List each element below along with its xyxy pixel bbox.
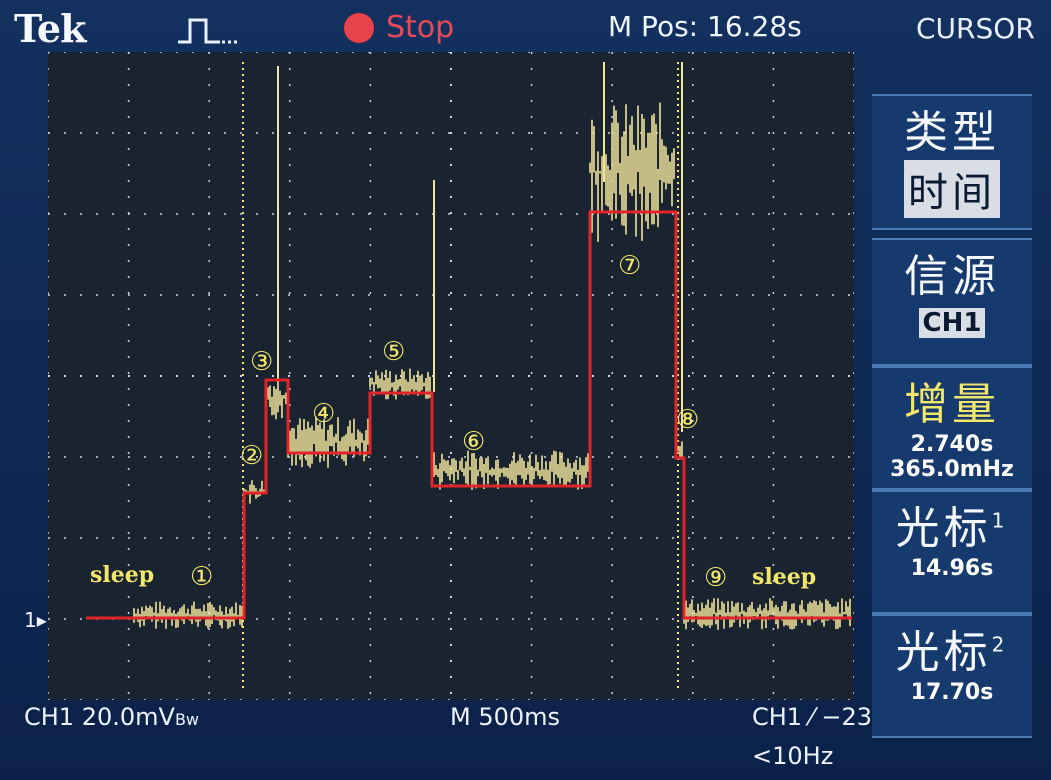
delta-label: 增量 — [904, 379, 1000, 430]
phase-label-2: ② — [240, 441, 263, 471]
acquisition-status: Stop — [386, 10, 455, 45]
graticule — [48, 52, 854, 700]
sleep-label-right: sleep — [752, 564, 816, 590]
cursor1-number: 1 — [991, 508, 1009, 533]
timebase-readout: M 500ms — [450, 703, 561, 731]
phase-label-8: ⑧ — [676, 405, 699, 435]
trace-noise — [133, 102, 851, 630]
menu-source-button[interactable]: 信源 CH1 — [872, 238, 1032, 366]
phase-label-5: ⑤ — [382, 337, 405, 367]
phase-label-4: ④ — [312, 399, 335, 429]
sleep-label-left: sleep — [90, 562, 154, 588]
cursor2-value: 17.70s — [910, 680, 994, 705]
cursor2-label: 光标 — [895, 627, 992, 678]
cursor-side-menu: 类型 时间 信源 CH1 增量 2.740s 365.0mHz 光标1 14.9… — [872, 44, 1032, 738]
ch1-ground-marker: 1▸ — [24, 608, 47, 632]
delta-frequency: 365.0mHz — [890, 457, 1014, 482]
menu-delta-readout: 增量 2.740s 365.0mHz — [872, 366, 1032, 490]
cursor1-value: 14.96s — [910, 556, 994, 581]
oscilloscope-screen: Tek Stop M Pos: 16.28s CURSOR sleep ① ② … — [0, 0, 1051, 780]
brand-logo: Tek — [14, 6, 86, 51]
phase-label-6: ⑥ — [462, 427, 485, 457]
phase-label-7: ⑦ — [618, 251, 641, 281]
phase-label-9: ⑨ — [704, 563, 727, 593]
waveform-svg: sleep ① ② ③ ④ ⑤ ⑥ ⑦ ⑧ ⑨ sleep — [48, 52, 854, 700]
delta-time: 2.740s — [910, 432, 994, 457]
menu-title: CURSOR — [916, 12, 1035, 45]
menu-cursor1-button[interactable]: 光标1 14.96s — [872, 490, 1032, 614]
stop-indicator-icon — [344, 13, 374, 43]
trigger-frequency-readout: <10Hz — [752, 742, 834, 770]
source-value: CH1 — [918, 308, 986, 338]
phase-label-3: ③ — [250, 347, 273, 377]
ch1-scale-readout: CH1 20.0mVBw — [24, 703, 199, 731]
cursor1-label: 光标 — [895, 503, 992, 554]
bandwidth-limit-mark: Bw — [174, 710, 199, 729]
menu-cursor2-button[interactable]: 光标2 17.70s — [872, 614, 1032, 738]
menu-type-button[interactable]: 类型 时间 — [872, 94, 1032, 230]
trigger-pulse-icon — [178, 18, 238, 44]
phase-label-1: ① — [190, 562, 213, 592]
type-label: 类型 — [904, 107, 1000, 158]
source-label: 信源 — [904, 251, 1000, 302]
cursor2-number: 2 — [991, 632, 1009, 657]
type-value: 时间 — [904, 160, 1000, 218]
horizontal-position-readout: M Pos: 16.28s — [608, 10, 802, 43]
waveform-display: sleep ① ② ③ ④ ⑤ ⑥ ⑦ ⑧ ⑨ sleep — [48, 52, 854, 700]
ch1-trace — [133, 62, 851, 630]
current-profile-outline — [86, 210, 852, 620]
